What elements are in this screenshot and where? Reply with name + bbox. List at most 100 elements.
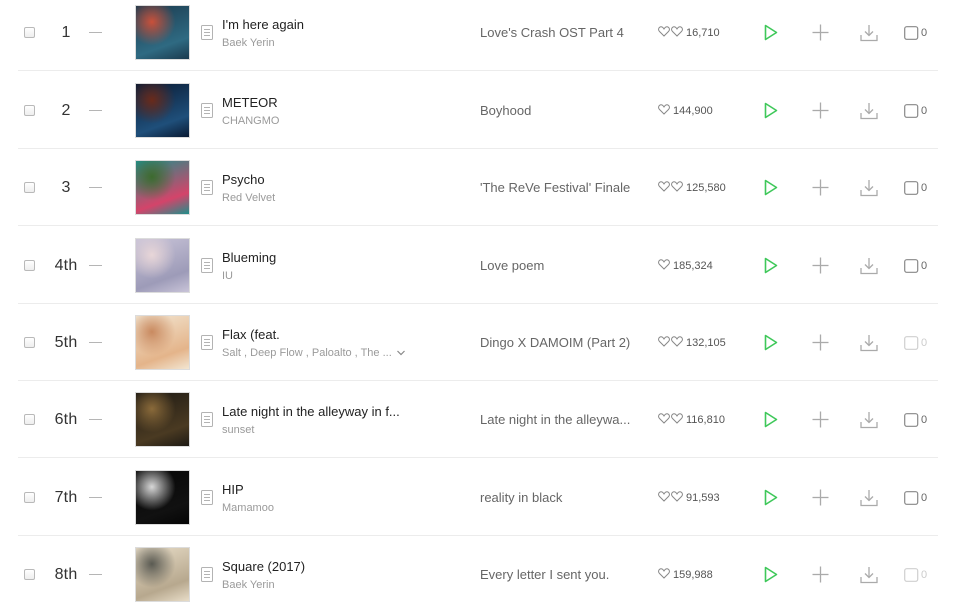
artist-name[interactable]: Baek Yerin bbox=[222, 578, 275, 592]
play-button[interactable] bbox=[760, 0, 782, 71]
album-art-image[interactable] bbox=[135, 238, 190, 293]
heart-outline-icon[interactable] bbox=[658, 567, 671, 582]
song-title-link[interactable]: Blueming bbox=[222, 249, 276, 266]
heart-outline-icon[interactable] bbox=[658, 335, 671, 350]
album-name-link[interactable]: Boyhood bbox=[480, 72, 642, 149]
play-button[interactable] bbox=[760, 149, 782, 226]
album-name-link[interactable]: 'The ReVe Festival' Finale bbox=[480, 149, 642, 226]
album-name-link[interactable]: Every letter I sent you. bbox=[480, 536, 642, 603]
music-video-button[interactable]: 0 bbox=[904, 304, 934, 381]
artist-link[interactable]: Mamamoo bbox=[222, 501, 274, 515]
add-to-playlist-button[interactable] bbox=[809, 459, 831, 536]
music-video-button[interactable]: 0 bbox=[904, 0, 934, 71]
album-art-thumbnail[interactable] bbox=[135, 227, 190, 304]
download-icon[interactable] bbox=[860, 257, 878, 275]
song-title-link[interactable]: Flax (feat. bbox=[222, 326, 280, 343]
music-video-button[interactable]: 0 bbox=[904, 459, 934, 536]
checkbox-icon[interactable] bbox=[23, 27, 35, 38]
lyrics-button[interactable] bbox=[200, 149, 214, 226]
album-art-thumbnail[interactable] bbox=[135, 536, 190, 603]
play-button[interactable] bbox=[760, 381, 782, 458]
lyrics-document-icon[interactable] bbox=[201, 25, 213, 40]
lyrics-document-icon[interactable] bbox=[201, 103, 213, 118]
play-button[interactable] bbox=[760, 304, 782, 381]
heart-outline-icon[interactable] bbox=[658, 180, 671, 195]
row-select-checkbox[interactable] bbox=[21, 0, 37, 71]
album-art-image[interactable] bbox=[135, 392, 190, 447]
play-triangle-icon[interactable] bbox=[764, 24, 778, 41]
play-triangle-icon[interactable] bbox=[764, 179, 778, 196]
music-video-icon[interactable] bbox=[904, 180, 920, 195]
add-to-playlist-button[interactable] bbox=[809, 381, 831, 458]
lyrics-button[interactable] bbox=[200, 459, 214, 536]
artist-link[interactable]: CHANGMO bbox=[222, 114, 279, 128]
checkbox-icon[interactable] bbox=[23, 569, 35, 580]
song-title-link[interactable]: Late night in the alleyway in f... bbox=[222, 403, 400, 420]
like-button[interactable]: 16,710 bbox=[658, 0, 736, 71]
download-button[interactable] bbox=[858, 72, 880, 149]
heart-outline-icon[interactable] bbox=[671, 490, 684, 505]
add-to-playlist-button[interactable] bbox=[809, 72, 831, 149]
add-to-playlist-button[interactable] bbox=[809, 227, 831, 304]
lyrics-button[interactable] bbox=[200, 304, 214, 381]
music-video-icon[interactable] bbox=[904, 25, 920, 40]
artist-name[interactable]: CHANGMO bbox=[222, 114, 279, 128]
artist-name[interactable]: Mamamoo bbox=[222, 501, 274, 515]
like-button[interactable]: 159,988 bbox=[658, 536, 736, 603]
download-button[interactable] bbox=[858, 459, 880, 536]
download-icon[interactable] bbox=[860, 566, 878, 584]
plus-icon[interactable] bbox=[812, 24, 829, 41]
heart-outline-icon[interactable] bbox=[658, 25, 671, 40]
download-icon[interactable] bbox=[860, 489, 878, 507]
song-title-link[interactable]: METEOR bbox=[222, 94, 278, 111]
album-art-image[interactable] bbox=[135, 470, 190, 525]
row-select-checkbox[interactable] bbox=[21, 72, 37, 149]
add-to-playlist-button[interactable] bbox=[809, 149, 831, 226]
music-video-button[interactable]: 0 bbox=[904, 72, 934, 149]
add-to-playlist-button[interactable] bbox=[809, 304, 831, 381]
chevron-down-icon[interactable] bbox=[396, 348, 406, 358]
play-button[interactable] bbox=[760, 536, 782, 603]
album-art-thumbnail[interactable] bbox=[135, 72, 190, 149]
album-name-link[interactable]: Love's Crash OST Part 4 bbox=[480, 0, 642, 71]
play-triangle-icon[interactable] bbox=[764, 334, 778, 351]
lyrics-document-icon[interactable] bbox=[201, 335, 213, 350]
album-art-thumbnail[interactable] bbox=[135, 381, 190, 458]
song-title-link[interactable]: Psycho bbox=[222, 171, 265, 188]
download-icon[interactable] bbox=[860, 411, 878, 429]
add-to-playlist-button[interactable] bbox=[809, 536, 831, 603]
music-video-icon[interactable] bbox=[904, 567, 920, 582]
download-button[interactable] bbox=[858, 227, 880, 304]
artist-name[interactable]: IU bbox=[222, 269, 233, 283]
artist-link[interactable]: Baek Yerin bbox=[222, 578, 275, 592]
artist-name[interactable]: sunset bbox=[222, 423, 254, 437]
like-button[interactable]: 91,593 bbox=[658, 459, 736, 536]
row-select-checkbox[interactable] bbox=[21, 149, 37, 226]
song-title-link[interactable]: Square (2017) bbox=[222, 558, 305, 575]
download-button[interactable] bbox=[858, 381, 880, 458]
plus-icon[interactable] bbox=[812, 257, 829, 274]
music-video-button[interactable]: 0 bbox=[904, 149, 934, 226]
artist-link[interactable]: sunset bbox=[222, 423, 254, 437]
artist-name[interactable]: Red Velvet bbox=[222, 191, 275, 205]
heart-outline-icon[interactable] bbox=[671, 180, 684, 195]
like-button[interactable]: 125,580 bbox=[658, 149, 736, 226]
album-name-link[interactable]: Late night in the alleywa... bbox=[480, 381, 642, 458]
download-icon[interactable] bbox=[860, 24, 878, 42]
checkbox-icon[interactable] bbox=[23, 337, 35, 348]
artist-name[interactable]: Salt , Deep Flow , Paloalto , The ... bbox=[222, 346, 392, 360]
like-button[interactable]: 144,900 bbox=[658, 72, 736, 149]
heart-outline-icon[interactable] bbox=[658, 412, 671, 427]
play-triangle-icon[interactable] bbox=[764, 411, 778, 428]
play-triangle-icon[interactable] bbox=[764, 102, 778, 119]
plus-icon[interactable] bbox=[812, 102, 829, 119]
album-name-link[interactable]: Love poem bbox=[480, 227, 642, 304]
checkbox-icon[interactable] bbox=[23, 260, 35, 271]
play-triangle-icon[interactable] bbox=[764, 566, 778, 583]
heart-outline-icon[interactable] bbox=[658, 258, 671, 273]
add-to-playlist-button[interactable] bbox=[809, 0, 831, 71]
play-button[interactable] bbox=[760, 72, 782, 149]
plus-icon[interactable] bbox=[812, 566, 829, 583]
like-button[interactable]: 132,105 bbox=[658, 304, 736, 381]
plus-icon[interactable] bbox=[812, 179, 829, 196]
